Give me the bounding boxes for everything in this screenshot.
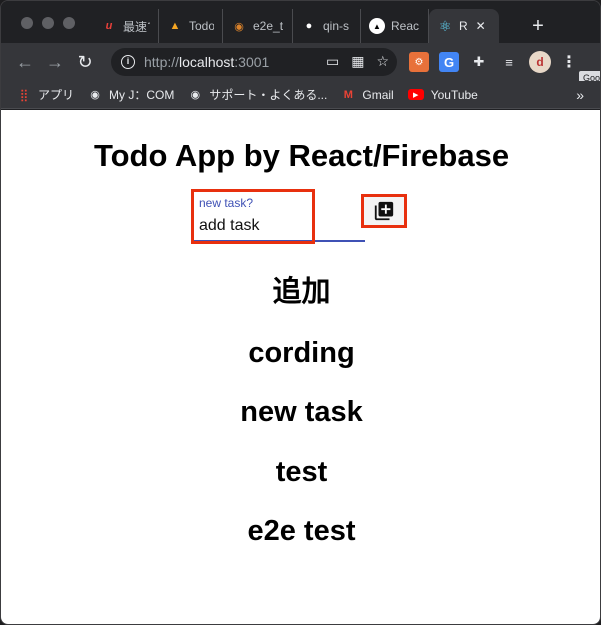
task-item: test	[275, 456, 328, 488]
tab-label: Todo	[189, 19, 214, 33]
bookmark-jcom[interactable]: ◉ My J：COM	[88, 86, 174, 103]
gmail-icon: M	[343, 88, 353, 101]
globe-icon: ◉	[90, 89, 100, 101]
globe-icon: ◉	[190, 89, 201, 101]
bookmark-label: アプリ	[38, 88, 75, 102]
task-item: new task	[240, 396, 363, 428]
bookmark-youtube[interactable]: ▶ YouTube	[407, 87, 478, 102]
page-title: Todo App by React/Firebase	[93, 138, 510, 173]
extension-icon[interactable]: ⚙	[409, 52, 429, 72]
youtube-icon: ▶	[407, 89, 424, 100]
tab-5[interactable]: ▲ Reac	[361, 9, 429, 43]
minimize-window-button[interactable]	[42, 17, 54, 29]
page-content: Todo App by React/Firebase new task? add…	[1, 110, 600, 624]
url-scheme: http://	[144, 54, 180, 70]
url-host: localhost	[179, 54, 235, 70]
more-bookmarks-button[interactable]: »	[576, 87, 584, 103]
extensions-area: ⚙ G ✚ ≡ d ⋮	[409, 51, 577, 73]
google-translate-icon[interactable]: G	[439, 52, 459, 72]
menu-kebab-icon[interactable]: ⋮	[561, 52, 577, 72]
bookmark-label: Gmail	[362, 87, 394, 102]
tab-label: 最速で	[123, 19, 150, 34]
bookmark-apps[interactable]: ⣿ アプリ	[17, 86, 74, 103]
apps-grid-icon: ⣿	[19, 87, 29, 102]
reading-list-icon[interactable]: ≡	[499, 52, 519, 72]
profile-avatar[interactable]: d	[529, 51, 551, 73]
back-arrow-icon: ←	[16, 51, 34, 72]
browser-window: u 最速で ▲ Todo ◉ e2e_t ● qin-s ▲ Reac ⚛ R	[0, 0, 601, 625]
add-task-button[interactable]	[361, 194, 407, 228]
url-port: :3001	[234, 54, 270, 70]
tab-label: qin-s	[323, 19, 350, 33]
new-tab-button[interactable]: +	[527, 15, 549, 37]
cast-icon[interactable]: ▭	[326, 53, 339, 70]
forward-button[interactable]: →	[40, 47, 70, 77]
browser-toolbar: ← → ↻ i http://localhost:3001 ▭ ▦ ☆ ⚙ G …	[1, 43, 600, 81]
tab-3[interactable]: ◉ e2e_t	[223, 9, 293, 43]
forward-arrow-icon: →	[46, 51, 64, 72]
react-icon: ⚛	[438, 17, 452, 34]
bookmarks-bar: ⣿ アプリ ◉ My J：COM ◉ サポート・よくある... M Gmail …	[1, 81, 600, 109]
address-bar[interactable]: i http://localhost:3001 ▭ ▦ ☆	[111, 48, 397, 76]
reload-icon: ↻	[77, 51, 93, 72]
tab-site-icon: ◉	[234, 20, 244, 33]
tab-label: R	[459, 19, 468, 33]
github-icon: ●	[305, 20, 313, 32]
address-bar-actions: ▭ ▦ ☆	[326, 53, 389, 70]
qr-code-icon[interactable]: ▦	[351, 53, 364, 70]
puzzle-extensions-icon[interactable]: ✚	[469, 52, 489, 72]
task-item: e2e test	[247, 515, 356, 547]
maximize-window-button[interactable]	[63, 17, 75, 29]
bookmark-gmail[interactable]: M Gmail	[341, 87, 394, 102]
bookmark-label: My J：COM	[109, 88, 175, 102]
tab-4[interactable]: ● qin-s	[293, 9, 361, 43]
bookmark-label: サポート・よくある...	[209, 88, 328, 102]
tab-strip: u 最速で ▲ Todo ◉ e2e_t ● qin-s ▲ Reac ⚛ R	[1, 1, 600, 43]
bookmark-support[interactable]: ◉ サポート・よくある...	[188, 86, 328, 103]
info-icon[interactable]: i	[121, 55, 135, 69]
firebase-icon: ▲	[169, 20, 181, 32]
tab-1[interactable]: u 最速で	[93, 9, 159, 43]
bookmark-label: YouTube	[430, 87, 478, 102]
close-window-button[interactable]	[21, 17, 33, 29]
u-icon: u	[105, 20, 113, 32]
task-item: 追加	[272, 276, 331, 308]
back-button[interactable]: ←	[10, 47, 40, 77]
tab-6-active[interactable]: ⚛ R ✕	[429, 9, 499, 43]
window-controls	[21, 17, 75, 29]
tab-label: e2e_t	[253, 19, 284, 33]
add-box-icon	[374, 201, 394, 221]
reload-button[interactable]: ↻	[70, 47, 100, 77]
tab-list: u 最速で ▲ Todo ◉ e2e_t ● qin-s ▲ Reac ⚛ R	[93, 9, 499, 43]
close-tab-icon[interactable]: ✕	[476, 19, 486, 33]
bookmark-star-icon[interactable]: ☆	[376, 53, 389, 70]
tab-2[interactable]: ▲ Todo	[159, 9, 223, 43]
task-item: cording	[248, 337, 355, 369]
tab-label: Reac	[391, 19, 420, 33]
input-highlight-box	[191, 189, 315, 244]
next-icon: ▲	[369, 18, 385, 34]
